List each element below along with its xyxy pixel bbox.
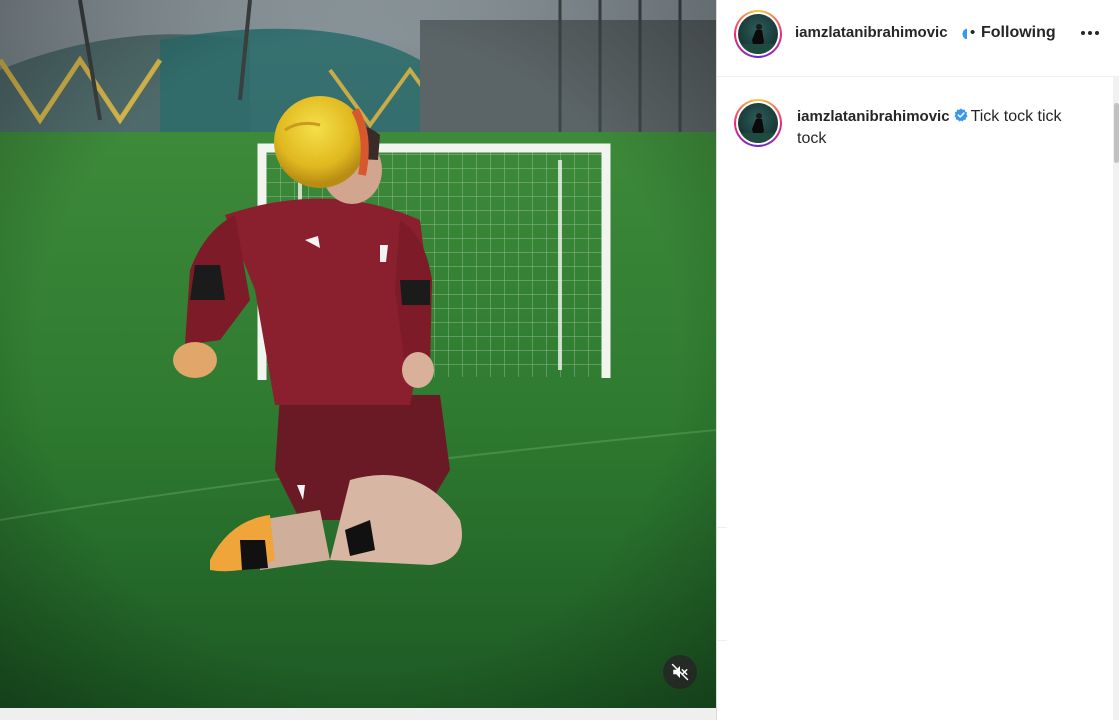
caption-avatar[interactable] [734,99,782,147]
divider [717,527,727,528]
post-sidebar: iamzlatanibrahimovic • Following iamzlat… [716,0,1119,720]
author-avatar[interactable] [734,10,782,58]
more-dot [1081,31,1085,35]
more-dot [1095,31,1099,35]
post-video[interactable] [0,0,716,708]
avatar-image [738,113,778,143]
following-button[interactable]: Following [981,24,1056,42]
instagram-post: iamzlatanibrahimovic • Following iamzlat… [0,0,1119,720]
caption-username[interactable]: iamzlatanibrahimovic [797,108,950,125]
author-username[interactable]: iamzlatanibrahimovic [795,24,948,41]
scrollbar[interactable] [1113,77,1119,720]
verified-badge-icon [962,27,967,39]
mute-toggle-button[interactable] [663,655,697,689]
more-options-icon[interactable] [1079,22,1101,44]
avatar-image [738,24,778,54]
more-dot [1088,31,1092,35]
video-frame [0,0,716,708]
verified-badge-icon [954,107,968,122]
divider [717,640,727,641]
caption-text: iamzlatanibrahimovic Tick tock tick tock [797,106,1067,150]
speaker-muted-icon [671,663,689,681]
scrollbar-thumb[interactable] [1114,103,1119,163]
header-separator: • [970,24,976,41]
page-bottom-strip [0,708,726,720]
post-header: iamzlatanibrahimovic • Following [717,0,1119,77]
